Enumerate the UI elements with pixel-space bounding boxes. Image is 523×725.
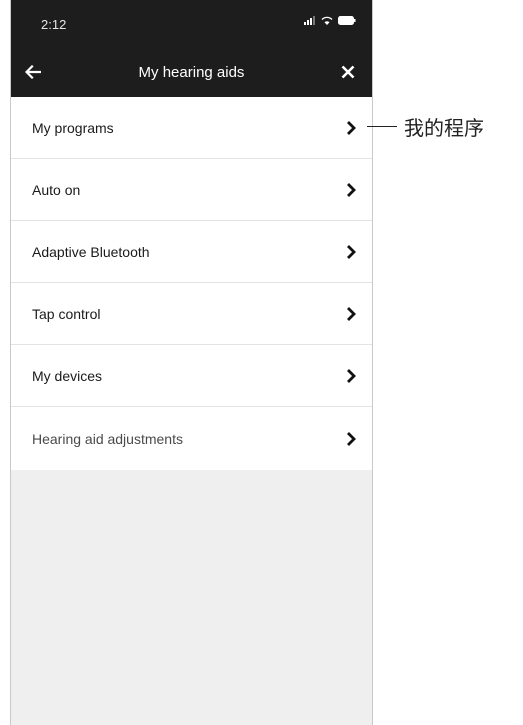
status-icons <box>304 16 356 25</box>
menu-item-label: My programs <box>32 119 114 136</box>
chevron-right-icon <box>347 182 356 197</box>
callout-label: 我的程序 <box>404 116 484 140</box>
chevron-right-icon <box>347 368 356 383</box>
app-header: 2:12 My hearing aids <box>11 0 372 97</box>
battery-icon <box>338 16 356 25</box>
close-button[interactable] <box>336 60 360 84</box>
menu-item-tap-control[interactable]: Tap control <box>11 283 372 345</box>
chevron-right-icon <box>347 120 356 135</box>
stage: 2:12 My hearing aids My programs Auto on… <box>0 0 523 725</box>
chevron-right-icon <box>347 431 356 446</box>
status-time: 2:12 <box>41 17 67 32</box>
menu-item-auto-on[interactable]: Auto on <box>11 159 372 221</box>
page-title: My hearing aids <box>138 64 245 81</box>
menu-item-adaptive-bluetooth[interactable]: Adaptive Bluetooth <box>11 221 372 283</box>
menu-item-my-devices[interactable]: My devices <box>11 345 372 407</box>
menu-item-label: Hearing aid adjustments <box>32 430 183 447</box>
menu-item-hearing-aid-adjustments[interactable]: Hearing aid adjustments <box>11 407 372 470</box>
menu-item-label: Tap control <box>32 305 101 322</box>
wifi-icon <box>321 16 333 25</box>
settings-menu: My programs Auto on Adaptive Bluetooth T… <box>11 97 372 470</box>
callout-line <box>367 126 397 127</box>
chevron-right-icon <box>347 306 356 321</box>
signal-icon <box>304 16 315 25</box>
close-icon <box>341 65 355 79</box>
phone-screen: 2:12 My hearing aids My programs Auto on… <box>10 0 373 725</box>
menu-item-label: Auto on <box>32 181 81 198</box>
menu-item-my-programs[interactable]: My programs <box>11 97 372 159</box>
chevron-right-icon <box>347 244 356 259</box>
menu-item-label: Adaptive Bluetooth <box>32 243 150 260</box>
menu-item-label: My devices <box>32 367 103 384</box>
